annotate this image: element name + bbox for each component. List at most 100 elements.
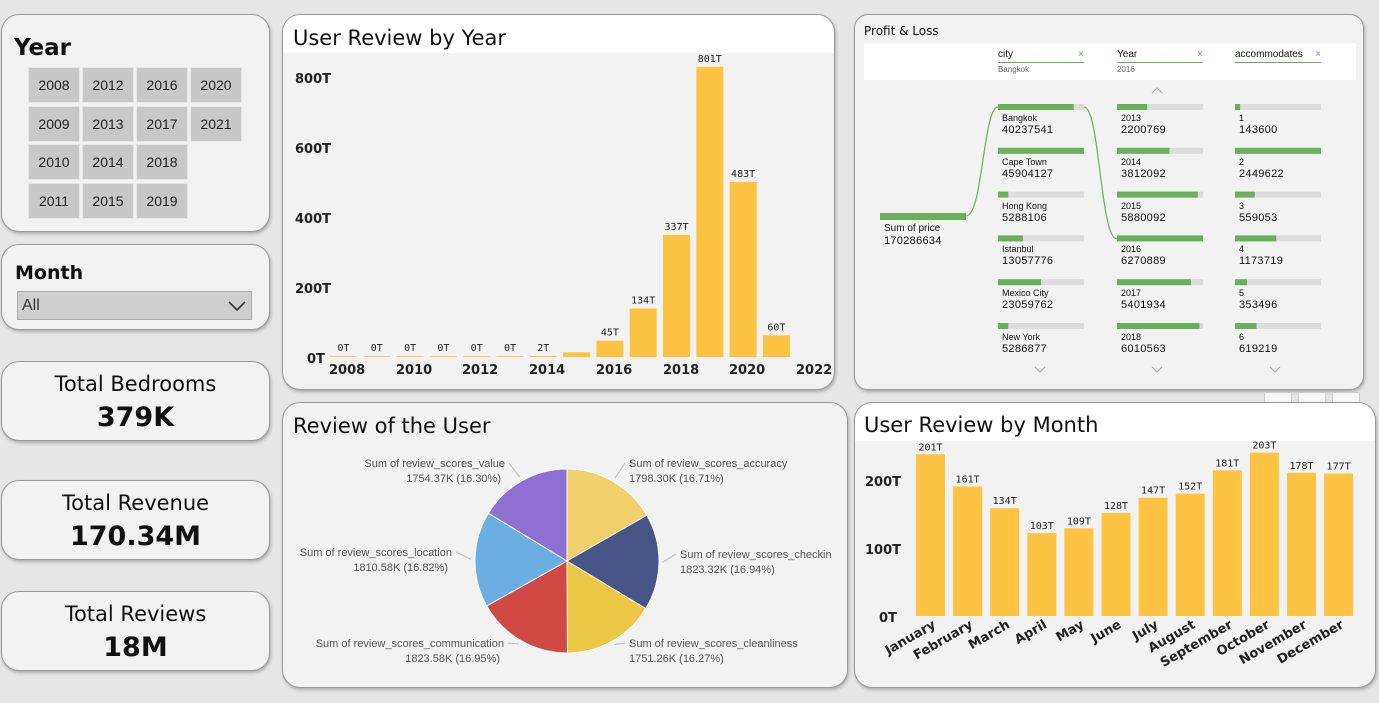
chevron-down-icon[interactable] (1269, 366, 1281, 373)
year-option-2009[interactable]: 2009 (28, 105, 80, 142)
year-bar-2010[interactable] (396, 356, 424, 357)
node-name: Istanbul (1002, 244, 1034, 255)
year-bar-2011[interactable] (429, 356, 457, 357)
chevron-down-icon[interactable] (1034, 366, 1046, 373)
tree-node-bar[interactable] (1235, 323, 1257, 329)
tree-node-accommodates[interactable]: 2 2449622 (1239, 156, 1284, 181)
month-bar-april[interactable] (1027, 533, 1057, 616)
year-bar-2016[interactable] (596, 340, 624, 357)
tree-node-cities[interactable]: Istanbul 13057776 (1002, 243, 1053, 268)
month-bar-march[interactable] (990, 508, 1020, 616)
node-name: 4 (1239, 244, 1245, 255)
tree-node-bar[interactable] (1235, 235, 1277, 242)
year-option-2014[interactable]: 2014 (82, 144, 134, 180)
year-option-2010[interactable]: 2010 (28, 144, 80, 180)
tree-node-years[interactable]: 2017 5401934 (1121, 287, 1166, 312)
month-bar-february[interactable] (953, 486, 983, 616)
month-bar-september[interactable] (1212, 470, 1242, 616)
tree-node-bar[interactable] (1117, 191, 1198, 198)
tree-node-accommodates[interactable]: 3 559053 (1239, 200, 1278, 225)
tree-node-bar[interactable] (998, 191, 1009, 198)
year-bar-2017[interactable] (629, 308, 657, 357)
slice-value: 1751.26K (16.27%) (629, 653, 724, 665)
year-option-2016[interactable]: 2016 (136, 67, 188, 103)
tree-node-bar[interactable] (998, 235, 1023, 242)
tree-node-years[interactable]: 2013 2200769 (1121, 112, 1166, 137)
tree-node-years[interactable]: 2014 3812092 (1121, 156, 1166, 181)
tree-node-bar[interactable] (998, 279, 1041, 286)
month-bar-november[interactable] (1287, 472, 1316, 616)
month-bar-january[interactable] (916, 454, 945, 616)
tree-node-cities[interactable]: Bangkok 40237541 (1002, 112, 1053, 137)
slice-value: 1798.30K (16.71%) (629, 473, 724, 485)
month-bar-august[interactable] (1175, 493, 1205, 616)
visual-header-icons (1264, 392, 1364, 404)
slice-value: 1754.37K (16.30%) (406, 473, 501, 485)
tree-node-accommodates[interactable]: 1 143600 (1239, 112, 1278, 137)
month-bar-may[interactable] (1064, 528, 1094, 616)
data-label: 0T (471, 343, 483, 354)
month-bar-october[interactable] (1249, 452, 1279, 616)
year-bar-2009[interactable] (363, 356, 391, 357)
root-name: Sum of price (884, 223, 941, 234)
year-bar-2014[interactable] (529, 356, 557, 357)
node-value: 40237541 (1002, 124, 1054, 136)
year-bar-2012[interactable] (463, 356, 491, 357)
tree-connector (965, 106, 999, 217)
tree-node-bar[interactable] (1235, 279, 1248, 286)
year-option-2017[interactable]: 2017 (136, 105, 188, 142)
y-tick-label: 200T (295, 282, 331, 297)
year-bar-2008[interactable] (330, 356, 357, 357)
y-tick-label: 600T (295, 142, 331, 157)
month-bar-december[interactable] (1324, 473, 1354, 616)
root-bar[interactable] (880, 213, 966, 220)
year-bar-2015[interactable] (563, 352, 591, 357)
tree-node-accommodates[interactable]: 4 1173719 (1239, 243, 1283, 268)
chevron-down-icon[interactable] (1151, 366, 1163, 373)
month-dropdown[interactable]: All (17, 291, 252, 320)
node-name: 1 (1239, 113, 1245, 123)
month-bar-june[interactable] (1101, 513, 1131, 616)
tree-node-bar[interactable] (998, 147, 1084, 154)
tree-node-bar[interactable] (1117, 104, 1148, 110)
tree-node-accommodates[interactable]: 6 619219 (1239, 331, 1278, 356)
tree-node-bar[interactable] (1235, 104, 1241, 110)
tree-node-bar[interactable] (1117, 323, 1200, 329)
year-option-2015[interactable]: 2015 (82, 182, 134, 219)
tree-node-bar[interactable] (998, 104, 1074, 110)
node-name: New York (1002, 332, 1041, 342)
tree-node-years[interactable]: 2016 6270889 (1121, 243, 1166, 268)
year-bar-2021[interactable] (762, 335, 790, 357)
year-bar-2013[interactable] (496, 356, 524, 357)
data-label: 152T (1178, 482, 1202, 493)
year-bar-2020[interactable] (729, 181, 757, 357)
x-tick-label: 2022 (796, 363, 832, 378)
year-option-2013[interactable]: 2013 (82, 105, 134, 142)
year-option-2020[interactable]: 2020 (190, 67, 242, 103)
tree-node-accommodates[interactable]: 5 353496 (1239, 287, 1278, 312)
tree-node-bar[interactable] (1117, 279, 1191, 286)
tree-node-years[interactable]: 2018 6010563 (1121, 331, 1166, 356)
year-bar-2018[interactable] (663, 234, 690, 357)
year-option-2012[interactable]: 2012 (82, 67, 134, 103)
tree-node-bar[interactable] (1117, 235, 1203, 242)
year-option-2021[interactable]: 2021 (190, 105, 242, 142)
slice-value: 1810.58K (16.82%) (353, 562, 448, 574)
tree-node-bar[interactable] (1235, 147, 1321, 154)
year-option-2019[interactable]: 2019 (136, 182, 188, 219)
year-bar-2019[interactable] (696, 66, 724, 357)
month-bar-july[interactable] (1138, 497, 1168, 616)
tree-node-cities[interactable]: Cape Town 45904127 (1002, 156, 1053, 181)
slice-value: 1823.58K (16.95%) (405, 653, 500, 665)
year-option-2018[interactable]: 2018 (136, 144, 188, 180)
tree-node-cities[interactable]: New York 5286877 (1002, 331, 1047, 356)
tree-node-bar[interactable] (1235, 191, 1255, 198)
tree-node-years[interactable]: 2015 5880092 (1121, 200, 1166, 225)
tree-node-bar[interactable] (998, 323, 1009, 329)
year-option-2008[interactable]: 2008 (28, 67, 80, 103)
year-option-2011[interactable]: 2011 (28, 182, 80, 219)
chevron-up-icon[interactable] (1151, 87, 1163, 94)
tree-node-cities[interactable]: Hong Kong 5288106 (1002, 200, 1047, 225)
tree-node-bar[interactable] (1117, 147, 1170, 154)
tree-node-cities[interactable]: Mexico City 23059762 (1002, 287, 1053, 312)
